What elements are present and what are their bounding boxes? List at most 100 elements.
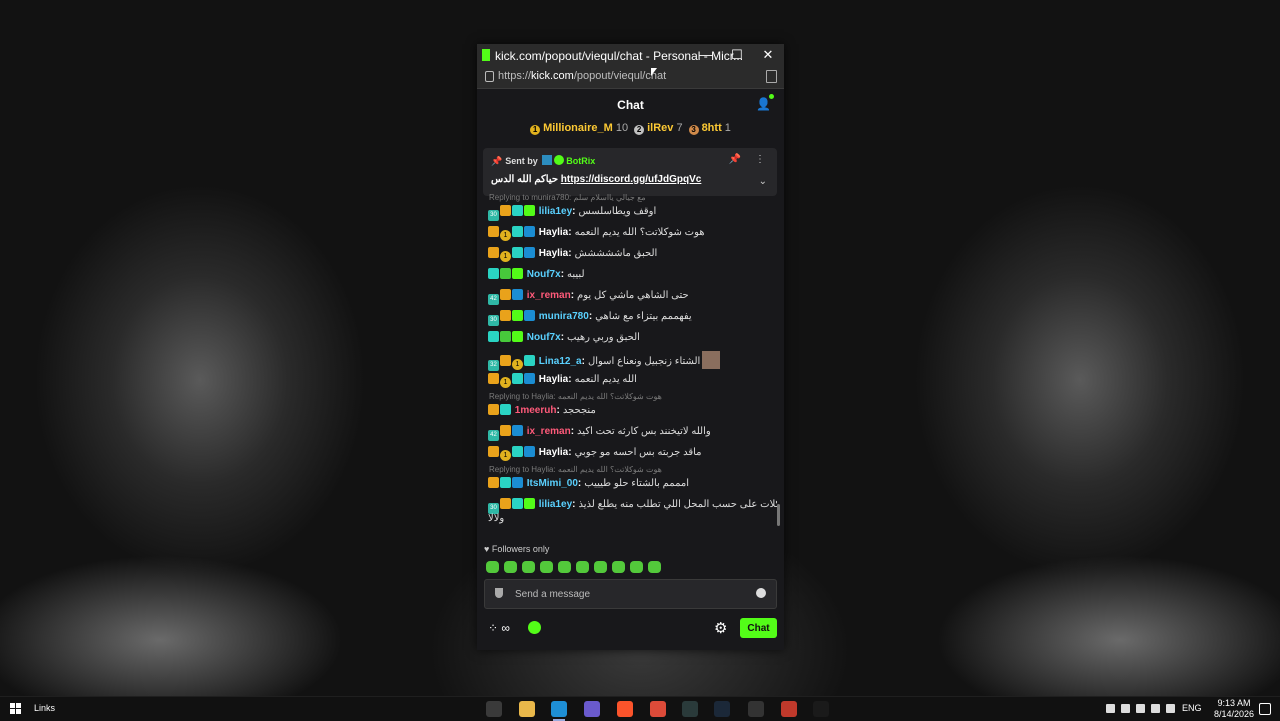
usb-icon[interactable] — [1136, 704, 1145, 713]
crown-badge-icon — [500, 205, 511, 216]
terminal-icon[interactable] — [682, 701, 698, 717]
chevron-up-icon[interactable] — [1106, 704, 1115, 713]
file-explorer-icon[interactable] — [519, 701, 535, 717]
chat-username[interactable]: lilia1ey — [539, 499, 572, 510]
chat-message[interactable]: 1 Haylia: هوت شوكلاتت؟ الله يديم النعمه — [488, 225, 705, 241]
chat-messages[interactable]: Replying to munira780: مع جيالي يااسلام … — [477, 194, 777, 534]
pinned-message[interactable]: 📌 Sent by BotRix حياكم الله الدس https://… — [483, 148, 777, 196]
steam-icon[interactable] — [714, 701, 730, 717]
emote-icon[interactable] — [648, 561, 661, 573]
chat-username[interactable]: Nouf7x — [527, 332, 561, 343]
emoji-icon[interactable] — [756, 588, 766, 598]
edge-icon[interactable] — [551, 701, 567, 721]
emote-icon[interactable] — [558, 561, 571, 573]
chat-message[interactable]: 30 lilia1ey:هوت شوكلات على حسب المحل الل… — [488, 497, 777, 514]
emote-icon[interactable] — [576, 561, 589, 573]
message-input[interactable] — [513, 585, 747, 603]
send-chat-button[interactable]: Chat — [740, 618, 777, 638]
emote-icon[interactable] — [522, 561, 535, 573]
chevron-down-icon[interactable]: ⌄ — [759, 176, 767, 187]
mic-icon[interactable] — [1121, 704, 1130, 713]
chat-text: امممم بالشتاء حلو طيييب — [584, 478, 690, 489]
bot-name[interactable]: BotRix — [566, 156, 595, 166]
network-icon[interactable] — [1151, 704, 1160, 713]
chat-username[interactable]: Haylia — [539, 374, 568, 385]
title-bar[interactable]: kick.com/popout/viequl/chat - Personal -… — [477, 44, 784, 66]
reading-view-icon[interactable] — [766, 70, 777, 83]
windows-start-icon[interactable] — [10, 703, 21, 714]
kick-logo-icon — [482, 49, 490, 61]
chat-message[interactable]: Nouf7x: الحبق وربي رهيب — [488, 330, 640, 346]
brave-icon[interactable] — [617, 701, 633, 717]
volume-icon[interactable] — [1166, 704, 1175, 713]
chat-username[interactable]: ix_reman — [527, 426, 571, 437]
chat-username[interactable]: lilia1ey — [539, 206, 572, 217]
chat-message[interactable]: 32 1 Lina12_a: الشتاء زنجبيل ونعناع اسوال — [488, 351, 721, 371]
maximize-button[interactable]: ☐ — [722, 45, 752, 65]
discord-link[interactable]: https://discord.gg/ufJdGpqVc — [561, 174, 702, 185]
chat-message[interactable]: 42 ix_reman: حتى الشاهي ماشي كل يوم — [488, 288, 689, 305]
chat-username[interactable]: ItsMimi_00 — [527, 478, 578, 489]
gift-badge-icon — [512, 498, 523, 509]
chrome-icon[interactable] — [650, 701, 666, 717]
app-icon[interactable] — [781, 701, 797, 717]
chat-username[interactable]: Haylia — [539, 447, 568, 458]
chat-username[interactable]: Haylia — [539, 227, 568, 238]
chat-text: الحبق وربي رهيب — [567, 332, 640, 343]
address-bar[interactable]: https://kick.com/popout/viequl/chat — [477, 66, 784, 89]
chat-username[interactable]: 1meeruh — [515, 405, 557, 416]
epic-icon[interactable] — [748, 701, 764, 717]
emote-icon[interactable] — [486, 561, 499, 573]
emote-icon[interactable] — [504, 561, 517, 573]
leaderboard-entry[interactable]: 2 ilRev 7 — [634, 122, 683, 135]
gift-rank-badge-icon: 1 — [500, 230, 511, 241]
kick-badge-icon[interactable] — [528, 621, 541, 634]
message-input-box[interactable] — [484, 579, 777, 609]
notification-icon[interactable] — [1259, 703, 1271, 715]
reply-reference[interactable]: Replying to munira780: مع جيالي يااسلام … — [489, 194, 646, 202]
chat-username[interactable]: Lina12_a — [539, 356, 582, 367]
reply-reference[interactable]: Replying to Haylia: هوت شوكلاتت؟ الله يد… — [489, 392, 662, 401]
emote-icon[interactable] — [594, 561, 607, 573]
bot-badge-icon — [542, 155, 553, 165]
chat-message[interactable]: 1 Haylia: الله يديم النعمه — [488, 372, 637, 388]
unpin-icon[interactable]: 📌 — [729, 154, 741, 165]
emote-icon[interactable] — [630, 561, 643, 573]
links-toolbar[interactable]: Links — [34, 703, 55, 713]
chat-message[interactable]: Nouf7x: لبيبه — [488, 267, 585, 283]
chat-username[interactable]: ix_reman — [527, 290, 571, 301]
leaderboard-name: Millionaire_M — [543, 122, 613, 134]
chat-message[interactable]: 30 lilia1ey: اوقف ويطاسلسس — [488, 204, 656, 221]
close-button[interactable]: ✕ — [753, 45, 783, 65]
chat-username[interactable]: Nouf7x — [527, 269, 561, 280]
followers-only-notice: ♥ Followers only — [484, 544, 550, 554]
leaderboard-entry[interactable]: 3 8htt 1 — [688, 122, 731, 135]
minimize-button[interactable]: — — [691, 45, 721, 65]
emote-icon[interactable] — [612, 561, 625, 573]
reply-reference[interactable]: Replying to Haylia: هوت شوكلاتت؟ الله يد… — [489, 465, 662, 474]
chat-message[interactable]: ItsMimi_00: امممم بالشتاء حلو طيييب — [488, 476, 689, 492]
app-icon[interactable] — [584, 701, 600, 717]
more-options-icon[interactable]: ⋮ — [755, 154, 765, 165]
chat-message[interactable]: 30 munira780: يفهممم بيتزاء مع شاهي — [488, 309, 692, 326]
mod-badge-icon — [512, 477, 523, 488]
kick-app-icon[interactable] — [813, 701, 829, 717]
leaderboard-entry[interactable]: 1 Millionaire_M 10 — [530, 122, 628, 135]
channel-points[interactable]: ⁘ ∞ — [488, 621, 510, 635]
chat-message[interactable]: 42 ix_reman: والله لاتيخنند بس كارثه تحت … — [488, 424, 711, 441]
chat-message[interactable]: 1 Haylia: الحبق ماششششش — [488, 246, 657, 262]
store-icon[interactable] — [486, 701, 502, 717]
clock[interactable]: 9:13 AM 8/14/2026 — [1210, 698, 1258, 720]
gear-icon[interactable]: ⚙ — [714, 619, 727, 637]
emote-bar[interactable] — [486, 560, 666, 578]
language-indicator[interactable]: ENG — [1182, 703, 1202, 713]
mod-badge-icon — [512, 425, 523, 436]
chat-message[interactable]: 1 Haylia: ماقد جربته بس احسه مو جوبي — [488, 445, 702, 461]
chat-scrollbar[interactable] — [777, 504, 780, 526]
chat-username[interactable]: Haylia — [539, 248, 568, 259]
chat-message[interactable]: 1meeruh: منجحجد — [488, 403, 596, 419]
chat-username[interactable]: munira780 — [539, 311, 589, 322]
url-text[interactable]: https://kick.com/popout/viequl/chat — [498, 70, 666, 82]
users-icon[interactable]: 👤 — [756, 94, 774, 111]
emote-icon[interactable] — [540, 561, 553, 573]
